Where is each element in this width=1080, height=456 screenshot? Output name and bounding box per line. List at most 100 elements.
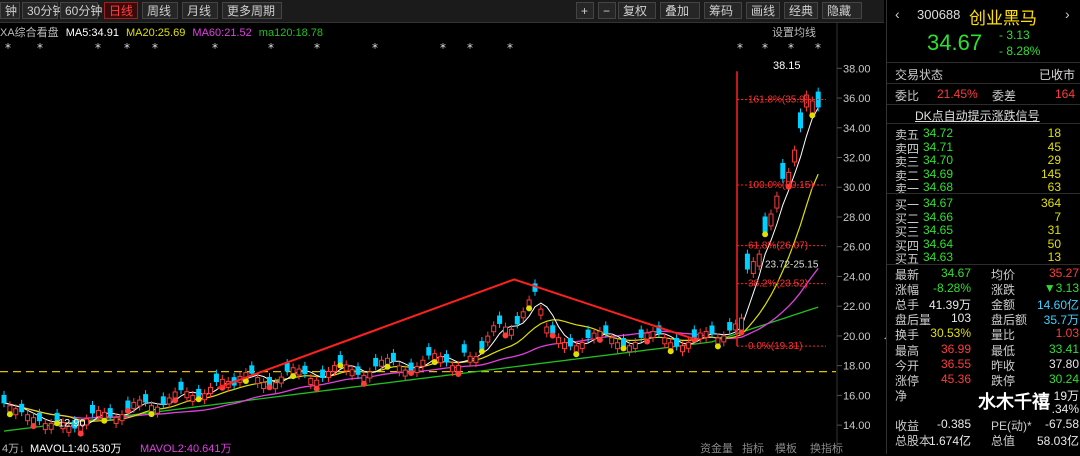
candle-body xyxy=(101,411,107,419)
buy-volume: 31 xyxy=(1047,223,1061,237)
toolbar-button-12[interactable]: 画线 xyxy=(746,2,780,19)
candle-body xyxy=(750,261,756,274)
toolbar-button-1[interactable]: 30分钟 xyxy=(22,2,64,19)
candle-body xyxy=(331,365,337,373)
candle-body xyxy=(113,417,119,425)
toolbar-button-4[interactable]: 周线 xyxy=(142,2,178,19)
range-annotation: 23.72-25.15 xyxy=(765,260,819,271)
sell-volume: 29 xyxy=(1047,153,1061,167)
stat-value: 36.99 xyxy=(940,341,971,356)
next-stock-icon[interactable]: › xyxy=(1065,6,1070,22)
candle-body xyxy=(467,355,473,363)
candle-body xyxy=(48,422,54,430)
toolbar-button-11[interactable]: 筹码 xyxy=(704,2,742,19)
toolbar-button-7[interactable]: + xyxy=(576,2,594,19)
star-marker-icon: * xyxy=(507,41,513,55)
candle-body xyxy=(538,308,544,316)
candle-body xyxy=(379,359,385,367)
candle-body xyxy=(798,112,803,129)
weicha-value: 164 xyxy=(1054,87,1075,101)
candle-body xyxy=(697,332,703,340)
candle-body xyxy=(143,394,149,403)
stat-value: 58.03亿 xyxy=(1036,434,1079,449)
candle-body xyxy=(491,325,497,333)
candle-body xyxy=(526,299,532,307)
toolbar-button-9[interactable]: 复权 xyxy=(618,2,656,19)
candle-body xyxy=(166,397,172,405)
signal-dot xyxy=(313,385,320,392)
candle-body xyxy=(709,325,715,334)
toolbar-button-6[interactable]: 更多周期 xyxy=(222,2,282,19)
buy-volume: 364 xyxy=(1040,196,1061,210)
candle-body xyxy=(249,365,255,374)
candle-body xyxy=(213,373,219,383)
signal-dot xyxy=(549,332,556,339)
signal-dot xyxy=(101,417,108,424)
toolbar-button-2[interactable]: 60分钟 xyxy=(60,2,102,19)
stock-name: 创业黑马 xyxy=(969,9,1037,28)
stat-value: 33.41 xyxy=(1048,341,1079,356)
price-change-pct: - 8.28% xyxy=(999,44,1041,58)
signal-dot xyxy=(526,305,533,312)
candle-body xyxy=(196,388,202,398)
weibi-value: 21.45% xyxy=(937,87,978,101)
stat-value: 1.03 xyxy=(1055,326,1079,341)
toolbar-button-8[interactable]: − xyxy=(598,2,616,19)
candlestick-chart[interactable]: 38.00 36.00 34.00 32.00 30.00 28.00 26.00 24.00… xyxy=(0,22,884,454)
candle-body xyxy=(473,356,479,364)
candle-body xyxy=(497,315,503,324)
candle-body xyxy=(119,414,125,422)
candle-body xyxy=(721,335,727,343)
toolbar-button-14[interactable]: 隐藏 xyxy=(822,2,862,19)
candle-body xyxy=(355,366,361,375)
candle-body xyxy=(320,369,326,378)
y-tick-label: 28.00 xyxy=(843,212,871,224)
y-tick-label: 14.00 xyxy=(843,420,871,432)
dk-signal-link[interactable]: DK点自动提示涨跌信号 xyxy=(915,107,1040,124)
quote-panel: ‹ 300688 创业黑马 › 34.67 - 3.13 - 8.28% 交易状… xyxy=(886,0,1080,454)
toolbar-button-5[interactable]: 月线 xyxy=(182,2,218,19)
y-tick-label: 26.00 xyxy=(843,242,871,254)
toolbar-button-13[interactable]: 经典 xyxy=(784,2,818,19)
candle-body xyxy=(485,335,491,343)
low-annotation: 12.90 xyxy=(58,418,86,430)
fib-level-label: 161.8%(35.9) xyxy=(748,95,808,106)
period-toolbar: 钟 30分钟 60分钟 日线 周线 月线 更多周期 + − 复权 叠加 筹码 画线 经典 隐藏 xyxy=(0,0,884,23)
candle-body xyxy=(514,315,520,325)
y-tick-label: 16.00 xyxy=(843,390,871,402)
candle-body xyxy=(444,354,449,363)
stat-value: -0.385 xyxy=(936,417,971,431)
star-marker-icon: * xyxy=(737,41,743,55)
candle-body xyxy=(396,365,402,373)
candle-body xyxy=(739,317,744,331)
signal-dot xyxy=(360,380,367,387)
candle-body xyxy=(414,366,420,374)
candle-body xyxy=(408,362,414,372)
stat-label: 总值 xyxy=(991,434,1016,449)
candle-body xyxy=(154,406,160,414)
prev-stock-icon[interactable]: ‹ xyxy=(895,6,900,22)
candle-body xyxy=(1,394,7,404)
toolbar-button-10[interactable]: 叠加 xyxy=(660,2,700,19)
signal-dot xyxy=(6,411,13,418)
candle-body xyxy=(308,378,314,385)
candle-body xyxy=(349,369,355,377)
sell-volume: 63 xyxy=(1047,180,1061,194)
candle-body xyxy=(727,322,733,331)
candle-body xyxy=(25,414,31,422)
candle-body xyxy=(792,149,798,163)
toolbar-button-0[interactable]: 钟 xyxy=(0,2,20,19)
candle-body xyxy=(178,381,184,391)
sell-row[interactable]: 卖一 34.68 63 xyxy=(887,180,1080,197)
candle-body xyxy=(544,326,550,334)
star-marker-icon: * xyxy=(152,41,158,55)
candle-body xyxy=(621,338,626,347)
candle-body xyxy=(137,399,143,407)
candle-body xyxy=(255,377,261,385)
candle-body xyxy=(662,337,668,345)
toolbar-button-3[interactable]: 日线 xyxy=(104,2,138,19)
stat-value: 45.36 xyxy=(940,371,971,386)
candle-body xyxy=(650,330,656,338)
candle-body xyxy=(272,382,278,390)
candle-body xyxy=(638,329,644,338)
